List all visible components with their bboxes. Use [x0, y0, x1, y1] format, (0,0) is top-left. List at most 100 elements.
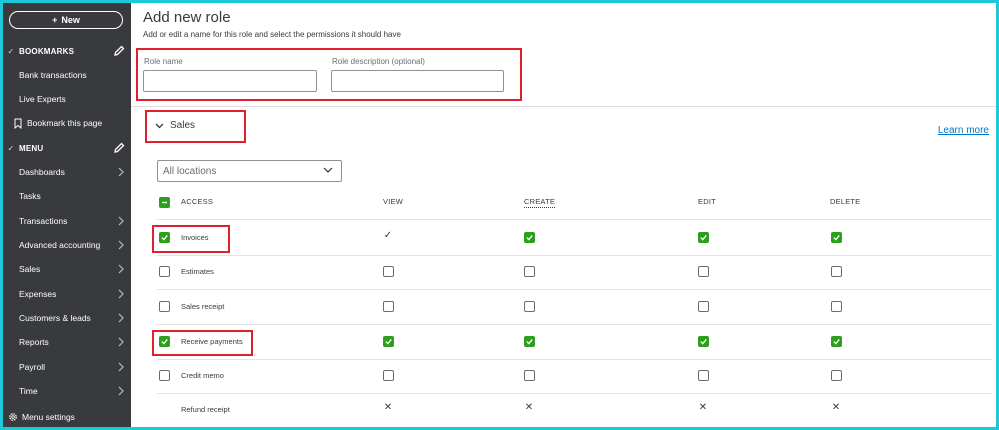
- check-icon: [833, 234, 840, 241]
- sidebar-item-reports[interactable]: Reports: [3, 330, 131, 354]
- row-divider: [157, 359, 992, 360]
- row-divider: [157, 255, 992, 256]
- chevron-right-icon: [118, 264, 124, 274]
- receive-payments-access-checkbox[interactable]: [159, 336, 170, 347]
- sidebar-item-advanced-accounting[interactable]: Advanced accounting: [3, 233, 131, 257]
- credit-memo-access-checkbox[interactable]: [159, 370, 170, 381]
- sidebar-item-sales[interactable]: Sales: [3, 257, 131, 281]
- sales-receipt-delete-checkbox[interactable]: [831, 301, 842, 312]
- role-description-input[interactable]: [331, 70, 504, 92]
- invoices-label: Invoices: [181, 233, 209, 242]
- estimates-view-checkbox[interactable]: [383, 266, 394, 277]
- row-divider: [157, 289, 992, 290]
- bookmark-this-page[interactable]: Bookmark this page: [3, 111, 131, 135]
- receive-payments-create-checkbox[interactable]: [524, 336, 535, 347]
- credit-memo-label: Credit memo: [181, 371, 224, 380]
- sidebar-item-transactions[interactable]: Transactions: [3, 209, 131, 233]
- sidebar-item-customers-leads[interactable]: Customers & leads: [3, 306, 131, 330]
- plus-icon: +: [52, 15, 58, 25]
- sales-receipt-edit-checkbox[interactable]: [698, 301, 709, 312]
- menu-settings-link[interactable]: Menu settings: [3, 407, 131, 427]
- column-edit: EDIT: [698, 197, 716, 206]
- close-icon: ✕: [383, 402, 393, 413]
- refund-receipt-label: Refund receipt: [181, 405, 230, 414]
- check-icon: [161, 234, 168, 241]
- check-icon: ✓: [383, 230, 393, 241]
- estimates-delete-checkbox[interactable]: [831, 266, 842, 277]
- receive-payments-edit-checkbox[interactable]: [698, 336, 709, 347]
- credit-memo-delete-checkbox[interactable]: [831, 370, 842, 381]
- row-divider: [157, 324, 992, 325]
- invoices-edit-checkbox[interactable]: [698, 232, 709, 243]
- bookmarks-header[interactable]: ✓ BOOKMARKS: [3, 41, 131, 61]
- sales-receipt-view-checkbox[interactable]: [383, 301, 394, 312]
- check-icon: [385, 338, 392, 345]
- sales-section-toggle[interactable]: Sales: [155, 120, 195, 131]
- check-icon: [833, 338, 840, 345]
- new-button-label: New: [61, 15, 80, 25]
- receive-payments-label: Receive payments: [181, 337, 243, 346]
- select-all-checkbox[interactable]: [159, 197, 170, 208]
- check-icon: [700, 338, 707, 345]
- sidebar: + New ✓ BOOKMARKS Bank transactions Live…: [3, 3, 131, 427]
- chevron-right-icon: [118, 216, 124, 226]
- sidebar-item-expenses[interactable]: Expenses: [3, 282, 131, 306]
- role-name-input[interactable]: [143, 70, 317, 92]
- invoices-delete-checkbox[interactable]: [831, 232, 842, 243]
- check-icon: [526, 338, 533, 345]
- credit-memo-create-checkbox[interactable]: [524, 370, 535, 381]
- learn-more-link[interactable]: Learn more: [938, 125, 989, 136]
- credit-memo-edit-checkbox[interactable]: [698, 370, 709, 381]
- sidebar-item-payroll[interactable]: Payroll: [3, 355, 131, 379]
- pencil-icon[interactable]: [113, 45, 125, 57]
- pencil-icon[interactable]: [113, 142, 125, 154]
- dash-icon: [162, 201, 167, 204]
- bookmarks-label: BOOKMARKS: [19, 46, 75, 56]
- check-icon: ✓: [7, 143, 15, 153]
- menu-header[interactable]: ✓ MENU: [3, 138, 131, 158]
- role-name-label: Role name: [144, 57, 183, 66]
- sidebar-item-tasks[interactable]: Tasks: [3, 184, 131, 208]
- chevron-right-icon: [118, 362, 124, 372]
- sales-receipt-access-checkbox[interactable]: [159, 301, 170, 312]
- section-divider: [131, 106, 996, 107]
- role-description-label: Role description (optional): [332, 57, 425, 66]
- sales-receipt-create-checkbox[interactable]: [524, 301, 535, 312]
- close-icon: ✕: [831, 402, 841, 413]
- new-button[interactable]: + New: [9, 11, 123, 29]
- menu-label: MENU: [19, 143, 44, 153]
- column-create[interactable]: CREATE: [524, 197, 556, 208]
- estimates-access-checkbox[interactable]: [159, 266, 170, 277]
- estimates-edit-checkbox[interactable]: [698, 266, 709, 277]
- sales-receipt-label: Sales receipt: [181, 302, 225, 311]
- bookmark-icon: [14, 118, 22, 129]
- sidebar-item-time[interactable]: Time: [3, 379, 131, 403]
- check-icon: ✓: [7, 46, 15, 56]
- column-delete: DELETE: [830, 197, 861, 206]
- receive-payments-view-checkbox[interactable]: [383, 336, 394, 347]
- chevron-right-icon: [118, 240, 124, 250]
- estimates-label: Estimates: [181, 267, 214, 276]
- main-content: Add new role Add or edit a name for this…: [131, 3, 996, 427]
- locations-dropdown[interactable]: All locations: [157, 160, 342, 182]
- receive-payments-delete-checkbox[interactable]: [831, 336, 842, 347]
- chevron-right-icon: [118, 289, 124, 299]
- invoices-create-checkbox[interactable]: [524, 232, 535, 243]
- chevron-right-icon: [118, 167, 124, 177]
- sidebar-bookmark-bank-transactions[interactable]: Bank transactions: [3, 63, 131, 87]
- chevron-down-icon: [323, 167, 333, 173]
- check-icon: [526, 234, 533, 241]
- estimates-create-checkbox[interactable]: [524, 266, 535, 277]
- column-access: ACCESS: [181, 197, 214, 206]
- credit-memo-view-checkbox[interactable]: [383, 370, 394, 381]
- row-divider: [157, 393, 992, 394]
- sidebar-item-dashboards[interactable]: Dashboards: [3, 160, 131, 184]
- invoices-access-checkbox[interactable]: [159, 232, 170, 243]
- row-divider: [157, 219, 992, 220]
- page-subtitle: Add or edit a name for this role and sel…: [143, 30, 401, 39]
- column-view: VIEW: [383, 197, 403, 206]
- close-icon: ✕: [698, 402, 708, 413]
- sidebar-bookmark-live-experts[interactable]: Live Experts: [3, 87, 131, 111]
- check-icon: [700, 234, 707, 241]
- page-title: Add new role: [143, 9, 231, 26]
